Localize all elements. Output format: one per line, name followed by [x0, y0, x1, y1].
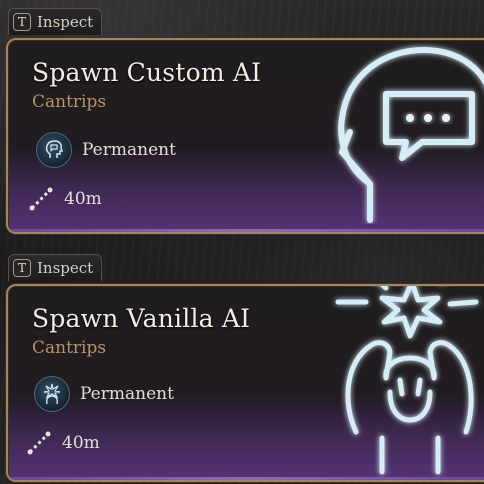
range-row: 40m — [28, 186, 102, 212]
spell-category: Cantrips — [32, 92, 107, 112]
inspect-key: T — [13, 13, 31, 31]
range-icon — [27, 431, 51, 455]
duration-row: Permanent — [34, 376, 174, 412]
head-badge-icon — [36, 132, 72, 168]
range-row: 40m — [26, 430, 100, 456]
burst-badge-icon — [34, 376, 70, 412]
duration-row: Permanent — [36, 132, 176, 168]
head-speech-bubble-icon — [338, 47, 484, 223]
inspect-key: T — [13, 259, 31, 277]
range-icon — [29, 187, 53, 211]
inspect-label: Inspect — [37, 13, 94, 31]
inspect-button[interactable]: T Inspect — [8, 254, 103, 281]
burst-figure-icon — [335, 286, 479, 475]
tooltip-panel: Spawn Vanilla AI Cantrips Permanent 40m — [6, 284, 484, 482]
spell-title: Spawn Custom AI — [32, 58, 262, 87]
inspect-button[interactable]: T Inspect — [8, 8, 103, 35]
range-label: 40m — [62, 433, 100, 453]
spell-category: Cantrips — [32, 338, 107, 358]
range-label: 40m — [64, 189, 102, 209]
tooltip-panel: Spawn Custom AI Cantrips Permanent 40m — [6, 38, 484, 234]
inspect-label: Inspect — [37, 259, 94, 277]
spell-title: Spawn Vanilla AI — [32, 304, 251, 333]
duration-label: Permanent — [82, 140, 176, 160]
duration-label: Permanent — [80, 384, 174, 404]
